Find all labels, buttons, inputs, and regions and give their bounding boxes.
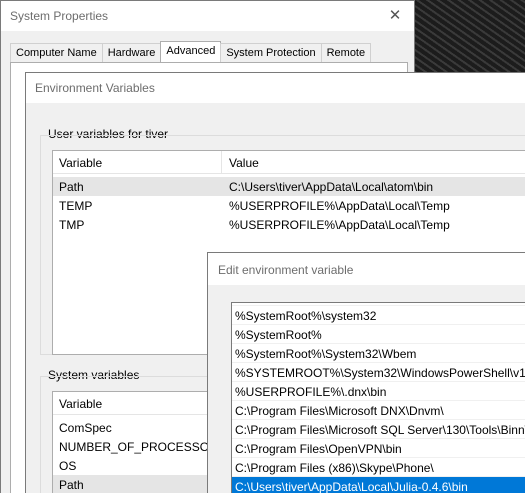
list-item[interactable]: C:\Program Files (x86)\Skype\Phone\ xyxy=(232,457,525,476)
tab-hardware[interactable]: Hardware xyxy=(101,43,162,63)
variable-name: NUMBER_OF_PROCESSORS xyxy=(59,440,226,454)
user-variables-header: Variable Value xyxy=(53,151,525,174)
window-title: System Properties xyxy=(10,9,109,23)
list-item[interactable]: %USERPROFILE%\.dnx\bin xyxy=(232,381,525,400)
tab-strip: Computer Name Hardware Advanced System P… xyxy=(10,41,372,63)
variable-value: C:\Users\tiver\AppData\Local\atom\bin xyxy=(229,180,434,194)
list-item[interactable]: C:\Program Files\Microsoft DNX\Dnvm\ xyxy=(232,400,525,419)
variable-name: ComSpec xyxy=(59,421,112,435)
close-icon[interactable]: ✕ xyxy=(384,5,406,27)
table-row[interactable]: TMP %USERPROFILE%\AppData\Local\Temp xyxy=(53,215,525,234)
variable-name: OS xyxy=(59,459,77,473)
column-header-value[interactable]: Value xyxy=(223,151,259,174)
edit-environment-variable-dialog: Edit environment variable %SystemRoot%\s… xyxy=(207,252,525,493)
tab-advanced[interactable]: Advanced xyxy=(160,41,222,63)
dialog-title: Edit environment variable xyxy=(218,263,354,277)
list-item[interactable]: C:\Program Files\OpenVPN\bin xyxy=(232,438,525,457)
list-item[interactable]: %SystemRoot%\system32 xyxy=(232,305,525,324)
variable-name: TMP xyxy=(59,218,85,232)
variable-name: TEMP xyxy=(59,199,93,213)
list-item[interactable]: C:\Program Files\Microsoft SQL Server\13… xyxy=(232,419,525,438)
column-header-variable[interactable]: Variable xyxy=(53,392,102,415)
list-item-selected[interactable]: C:\Users\tiver\AppData\Local\Julia-0.4.6… xyxy=(232,476,525,493)
variable-name: Path xyxy=(59,478,84,492)
variable-value: %USERPROFILE%\AppData\Local\Temp xyxy=(229,218,450,232)
system-properties-titlebar: System Properties ✕ xyxy=(1,1,414,31)
environment-variables-titlebar: Environment Variables xyxy=(26,73,525,103)
dialog-title: Environment Variables xyxy=(35,81,155,95)
list-item[interactable]: %SYSTEMROOT%\System32\WindowsPowerShell\… xyxy=(232,362,525,381)
tab-remote[interactable]: Remote xyxy=(320,43,372,63)
variable-name: Path xyxy=(59,180,84,194)
column-separator xyxy=(221,151,222,174)
edit-dialog-titlebar: Edit environment variable xyxy=(208,253,525,285)
table-row[interactable]: TEMP %USERPROFILE%\AppData\Local\Temp xyxy=(53,196,525,215)
variable-value: %USERPROFILE%\AppData\Local\Temp xyxy=(229,199,450,213)
list-item[interactable]: %SystemRoot% xyxy=(232,324,525,343)
path-entries-list[interactable]: %SystemRoot%\system32 %SystemRoot% %Syst… xyxy=(231,302,525,493)
tab-system-protection[interactable]: System Protection xyxy=(220,43,322,63)
tab-computer-name[interactable]: Computer Name xyxy=(10,43,103,63)
column-header-variable[interactable]: Variable xyxy=(53,151,102,174)
list-item[interactable]: %SystemRoot%\System32\Wbem xyxy=(232,343,525,362)
table-row[interactable]: Path C:\Users\tiver\AppData\Local\atom\b… xyxy=(53,177,525,196)
